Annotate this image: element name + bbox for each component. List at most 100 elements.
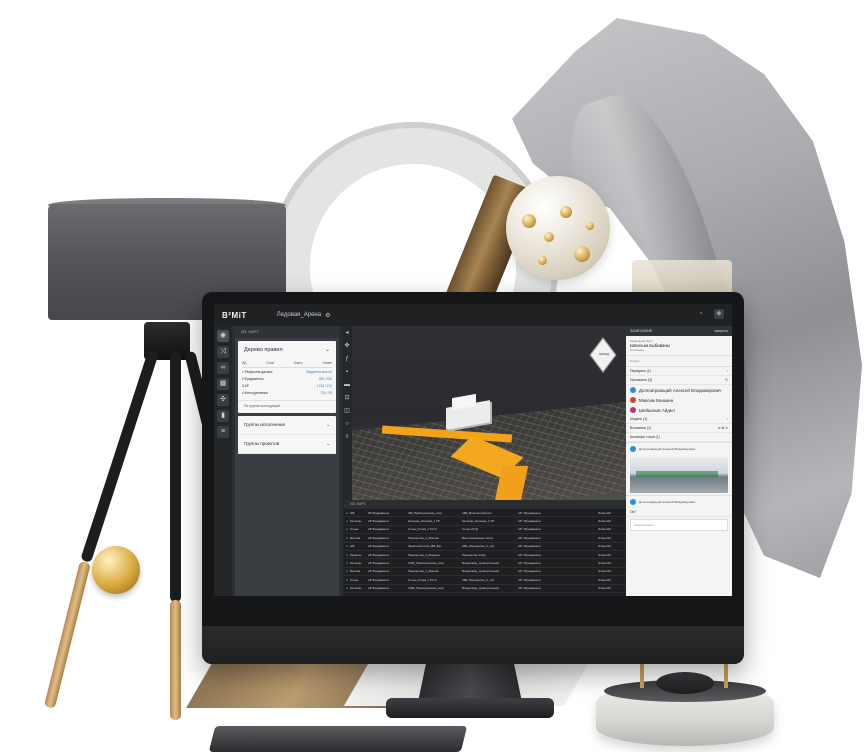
left-icon-bar: ◉ ⤨ ∞ ▦ ✣ ▮ ≡: [214, 326, 232, 596]
chevron-down-icon[interactable]: ⌄: [326, 422, 330, 428]
rules-row-value[interactable]: 335 / 335: [319, 377, 332, 381]
issue-line-label: Назначено (3): [630, 378, 653, 382]
chart-icon[interactable]: ▮: [217, 410, 229, 422]
gold-bubble: [538, 256, 547, 265]
table-row[interactable]: ≡ Разделы АР-Фундаменты Перекрытие_1_Раздел…: [344, 551, 626, 560]
close-link[interactable]: закрыть: [715, 329, 728, 333]
chevron-down-icon[interactable]: ⌄: [326, 441, 330, 447]
walk-icon[interactable]: ƒ: [344, 356, 350, 362]
rules-table-header: ИД Слой Класс Отмен: [242, 359, 332, 368]
assignee-name: Шейшеков Айдел: [639, 407, 675, 413]
issue-line[interactable]: Активные точки (1): [626, 433, 732, 442]
table-row[interactable]: ≡ ЖБ ИЗ Фундаменты ЖБ_Прямоугольная_опор АВК…: [344, 509, 626, 518]
topbar-actions: ▫ ◈: [696, 309, 724, 319]
rules-row-value[interactable]: 730 / 95: [320, 391, 332, 395]
table-row[interactable]: ≡ Стены АР-Фундаменты Стены_Стена_1 Тип 4 Ст…: [344, 526, 626, 535]
table-cell: Стены: [350, 577, 359, 582]
chevron-down-icon[interactable]: ⌄: [325, 347, 330, 353]
table-row[interactable]: ≡ Колонны АР-Фундаменты СЖБ_Прямоугольная_о…: [344, 559, 626, 568]
folder-icon[interactable]: ▬: [344, 382, 350, 388]
pedestal-rod: [640, 660, 644, 688]
3d-viewport[interactable]: ПЕРЕД: [352, 326, 626, 500]
copy-icon[interactable]: ▫: [727, 417, 728, 421]
rules-row-value[interactable]: 1215 / 212: [317, 384, 332, 388]
table-cell: Колонны: [350, 519, 362, 524]
edit-icon[interactable]: ✎: [725, 378, 728, 382]
table-cell: ЖБ_Прямоугольная_опор: [408, 510, 442, 515]
table-cell: Стены_Стена_1 Тип 4: [408, 527, 437, 532]
monitor-stand-neck: [418, 662, 522, 702]
table-cell: АР-Фундаменты: [368, 519, 390, 524]
table-cell: АР / Фундаменты: [518, 527, 541, 532]
avatar: [630, 446, 636, 452]
rules-panel-header: ИЗ. КАРТ.: [235, 326, 339, 338]
table-row[interactable]: ≡ ЖБ АР-Фундаменты Защитный слой_АВК_Бет АВК…: [344, 543, 626, 551]
issue-line-label: Модель (1): [630, 417, 648, 421]
assignee[interactable]: Максим Мышкин: [626, 395, 732, 405]
issue-line-label: Вложения (1): [630, 426, 651, 430]
issue-line[interactable]: Передано (1) ▫: [626, 367, 732, 376]
rules-row-value[interactable]: Выделено все об: [306, 370, 332, 374]
issue-panel: ЗАМЕЧАНИЕ закрыть Замечание ИД 2 Шпильки…: [626, 326, 732, 596]
rules-footer[interactable]: По группе конструкций: [238, 400, 336, 413]
puzzle-icon[interactable]: ✣: [217, 394, 229, 406]
table-row[interactable]: ≡МонтажАР-ФундаментыПерекрытие_1_МонтажВ…: [344, 568, 626, 577]
arrow-icon[interactable]: ◂: [344, 330, 350, 336]
table-row[interactable]: ≡ Колонны АР-Фундаменты СЖБ_Прямоугольная_о…: [344, 585, 626, 593]
measure-icon[interactable]: ⊡: [344, 395, 350, 401]
attachment-icons[interactable]: ⊙ ⊗ ↻: [718, 426, 728, 430]
window-icon[interactable]: ▫: [696, 309, 706, 319]
project-title[interactable]: Ледовая_Арена: [277, 312, 321, 318]
group-row[interactable]: Группы исполнения ⌄: [238, 416, 336, 435]
table-cell: АР / Фундаменты: [518, 577, 541, 582]
comment-text: Ок?: [626, 508, 732, 517]
table-cell: Стены 20 [к]: [462, 527, 478, 532]
app-logo[interactable]: B²MiT: [222, 311, 247, 320]
settings-icon[interactable]: ◈: [714, 309, 724, 319]
table-row[interactable]: ≡ Стены АР-Фундаменты Стены_Стена_1 Тип 4 АВ…: [344, 576, 626, 585]
rules-row-label: 2 Фундаменты: [242, 376, 264, 381]
tab-issue[interactable]: ЗАМЕЧАНИЕ: [630, 329, 652, 333]
camera-icon[interactable]: ▪: [344, 369, 350, 375]
table-cell: Перекрытие_1_Монтаж: [408, 595, 462, 596]
table-row[interactable]: ≡МонтажАР-ФундаментыПерекрытие_1_МонтажВ…: [344, 593, 626, 596]
rules-row[interactable]: 3 АР 1215 / 212: [242, 382, 332, 389]
shuffle-icon[interactable]: ⤨: [217, 346, 229, 358]
table-row[interactable]: ≡МонтажАР-ФундаментыПерекрытие_1_МонтажВ…: [344, 534, 626, 543]
link-icon[interactable]: ∞: [217, 362, 229, 374]
elements-table-header: ИЗ. КАРТ.: [344, 500, 626, 509]
move-icon[interactable]: ✥: [344, 343, 350, 349]
copy-icon[interactable]: ▫: [727, 369, 728, 373]
table-cell: Отмен ЕЛ: [598, 586, 611, 591]
assignee[interactable]: Шейшеков Айдел: [626, 405, 732, 415]
gold-ball: [92, 546, 140, 594]
rules-row[interactable]: 4 Конструктивное 730 / 95: [242, 389, 332, 396]
comment-input[interactable]: Комментарий...: [630, 519, 728, 531]
table-cell: АР / Фундаменты: [518, 519, 541, 524]
table-cell: Перекрытие_1_Разделы: [408, 552, 440, 557]
issue-line[interactable]: Модель (1) ▫: [626, 415, 732, 424]
assignee[interactable]: Долгоиграющий Алексей Владимирович: [626, 385, 732, 395]
issue-line[interactable]: Назначено (3) ✎: [626, 376, 732, 385]
rules-row[interactable]: 1 Раскрытие данных Выделено все об: [242, 368, 332, 375]
rules-tree-title[interactable]: Дерево правил ⌄: [238, 341, 336, 359]
section-icon[interactable]: ◫: [344, 408, 350, 414]
group-row[interactable]: Группы проектов ⌄: [238, 435, 336, 454]
table-row[interactable]: ≡ Колонны АР-Фундаменты Колонны_Колонна_1 С…: [344, 517, 626, 526]
table-cell: Отмен ЕЛ: [598, 527, 611, 532]
shape-icon[interactable]: ◊: [344, 434, 350, 440]
eye-small-icon[interactable]: ○: [344, 421, 350, 427]
rules-col-header: Класс: [293, 361, 303, 365]
viewpoint-thumbnail[interactable]: [630, 457, 728, 493]
gear-icon[interactable]: ⚙: [325, 312, 330, 319]
list-icon[interactable]: ≡: [217, 426, 229, 438]
eye-icon[interactable]: ◉: [217, 330, 229, 342]
issue-status: Статус: [626, 356, 732, 367]
elements-table: ИЗ. КАРТ. ≡ ЖБ ИЗ Фундаменты ЖБ_Прямоугольн…: [344, 500, 626, 596]
grid-icon[interactable]: ▦: [217, 378, 229, 390]
table-cell: Монтаж: [350, 569, 361, 574]
rules-row-label: 1 Раскрытие данных: [242, 369, 273, 374]
rules-row[interactable]: 2 Фундаменты 335 / 335: [242, 375, 332, 382]
comment-author: Долгоиграющий Алексей Владимирович: [639, 447, 696, 451]
issue-line[interactable]: Вложения (1) ⊙ ⊗ ↻: [626, 424, 732, 433]
